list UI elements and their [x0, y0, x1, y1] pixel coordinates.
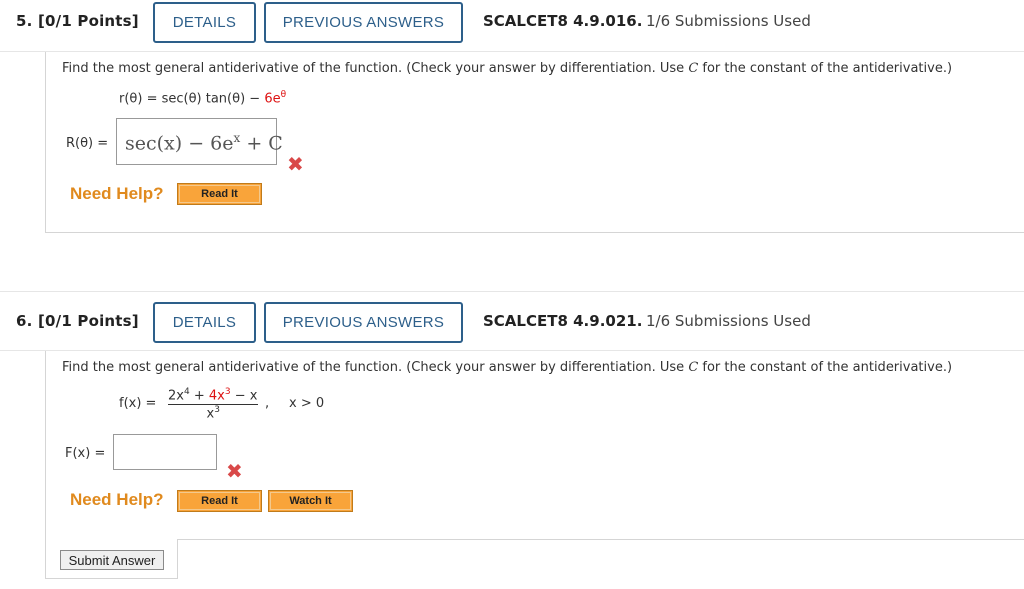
question-reference: SCALCET8 4.9.016. — [483, 12, 643, 30]
fraction-numerator: 2x4 + 4x3 − x — [168, 387, 259, 406]
answer-input[interactable]: sec(x) − 6ex + C — [116, 118, 283, 165]
read-it-button[interactable]: Read It — [177, 183, 262, 205]
submissions-used: 1/6 Submissions Used — [646, 12, 811, 30]
answer-label: F(x) = — [65, 446, 106, 461]
question-6-header: 6. [0/1 Points] DETAILS PREVIOUS ANSWERS… — [0, 300, 1024, 350]
function-label: f(x) = — [119, 396, 157, 411]
question-6-number: 6. [0/1 Points] — [16, 312, 139, 330]
fraction-denominator: x3 — [206, 405, 220, 422]
watch-it-button[interactable]: Watch It — [268, 490, 353, 512]
close-icon: ✖ — [226, 459, 243, 483]
section-divider — [0, 291, 1024, 292]
answer-input[interactable] — [113, 434, 217, 470]
read-it-button[interactable]: Read It — [177, 490, 262, 512]
question-5-number: 5. [0/1 Points] — [16, 12, 139, 30]
submissions-used: 1/6 Submissions Used — [646, 312, 811, 330]
details-button[interactable]: DETAILS — [153, 2, 256, 43]
previous-answers-button[interactable]: PREVIOUS ANSWERS — [264, 302, 463, 343]
question-5-body: Find the most general antiderivative of … — [45, 52, 1024, 233]
submit-divider — [178, 539, 1024, 540]
previous-answers-button[interactable]: PREVIOUS ANSWERS — [264, 2, 463, 43]
submit-answer-button[interactable]: Submit Answer — [60, 550, 164, 570]
question-prompt: Find the most general antiderivative of … — [62, 360, 953, 375]
question-6-body: Find the most general antiderivative of … — [45, 351, 1024, 579]
question-prompt: Find the most general antiderivative of … — [62, 61, 953, 76]
close-icon: ✖ — [287, 152, 304, 176]
function-fraction: 2x4 + 4x3 − x x3 — [168, 387, 259, 422]
need-help-label: Need Help? — [70, 490, 164, 509]
question-5-header: 5. [0/1 Points] DETAILS PREVIOUS ANSWERS… — [0, 0, 1024, 50]
function-definition: r(θ) = sec(θ) tan(θ) − 6eθ — [119, 90, 287, 107]
need-help-label: Need Help? — [70, 184, 164, 203]
answer-label: R(θ) = — [66, 136, 109, 151]
answer-value: sec(x) − 6ex + C — [125, 131, 283, 155]
domain-condition: x > 0 — [289, 396, 325, 411]
details-button[interactable]: DETAILS — [153, 302, 256, 343]
question-reference: SCALCET8 4.9.021. — [483, 312, 643, 330]
comma: , — [265, 396, 270, 411]
